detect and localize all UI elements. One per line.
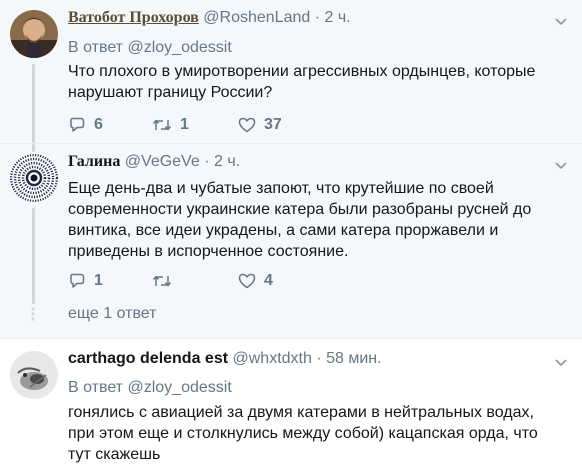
time-separator: ·: [204, 153, 210, 170]
reply-icon: [70, 117, 85, 132]
author-handle[interactable]: @whxtdxth: [233, 350, 312, 367]
tweet-text: гонялись с авиацией за двумя катерами в …: [68, 404, 538, 463]
reply-button[interactable]: 6: [68, 114, 152, 136]
reply-prefix: В ответ: [68, 39, 124, 56]
tweet-text: Что плохого в умиротворении агрессивных …: [68, 63, 536, 101]
reply-button[interactable]: 1: [68, 270, 152, 292]
like-button[interactable]: 37: [238, 114, 282, 136]
time-separator: ·: [316, 350, 322, 367]
tweet-2[interactable]: Галина @VeGeVe · 2 ч. Еще день-два и чуб…: [0, 143, 582, 338]
tweet-header: Галина @VeGeVe · 2 ч.: [68, 151, 570, 173]
caret-down-icon[interactable]: [554, 14, 568, 28]
timestamp[interactable]: 2 ч.: [325, 9, 351, 26]
author-name[interactable]: carthago delenda est: [68, 350, 228, 367]
author-handle[interactable]: @VeGeVe: [125, 153, 200, 170]
reply-to-mention[interactable]: @zloy_odessit: [127, 379, 231, 396]
thread-line: [32, 64, 35, 143]
tweet-header: carthago delenda est @whxtdxth · 58 мин.: [68, 348, 570, 370]
like-button[interactable]: 4: [238, 270, 273, 292]
author-handle[interactable]: @RoshenLand: [203, 9, 310, 26]
tweet-actions: 6 1 37: [68, 114, 282, 136]
retweet-button[interactable]: 1: [152, 114, 238, 136]
time-separator: ·: [314, 9, 321, 26]
like-icon: [238, 273, 256, 289]
thread-line: [32, 208, 35, 304]
reply-count: 1: [94, 272, 103, 289]
avatar[interactable]: [10, 10, 58, 58]
tweet-3[interactable]: carthago delenda est @whxtdxth · 58 мин.…: [0, 338, 582, 471]
retweet-icon: [152, 119, 172, 131]
caret-down-icon[interactable]: [554, 355, 568, 369]
caret-down-icon[interactable]: [554, 158, 568, 172]
tweet-actions: 1 4: [68, 270, 273, 292]
more-replies-dots-icon: [31, 307, 35, 321]
reply-context: В ответ @zloy_odessit: [68, 38, 232, 58]
like-icon: [238, 117, 256, 133]
avatar[interactable]: [10, 351, 58, 399]
like-count: 4: [264, 272, 273, 289]
tweet-1[interactable]: Ватобот Прохоров @RoshenLand · 2 ч. В от…: [0, 0, 582, 143]
tweet-text: Еще день-два и чубатые запоют, что круте…: [68, 180, 532, 260]
reply-to-mention[interactable]: @zloy_odessit: [127, 39, 231, 56]
timestamp[interactable]: 58 мин.: [326, 350, 381, 367]
reply-prefix: В ответ: [68, 379, 124, 396]
reply-icon: [70, 273, 85, 288]
reply-context: В ответ @zloy_odessit: [68, 378, 232, 398]
reply-count: 6: [94, 116, 103, 133]
retweet-button[interactable]: [152, 270, 238, 292]
author-name[interactable]: Ватобот Прохоров: [68, 9, 199, 26]
thread-line: [32, 144, 35, 152]
avatar[interactable]: [10, 154, 58, 202]
timestamp[interactable]: 2 ч.: [214, 153, 240, 170]
author-name[interactable]: Галина: [68, 153, 120, 170]
retweet-count: 1: [180, 116, 189, 133]
show-more-replies-link[interactable]: еще 1 ответ: [68, 304, 156, 324]
retweet-icon: [152, 275, 172, 287]
tweet-header: Ватобот Прохоров @RoshenLand · 2 ч.: [68, 7, 570, 29]
like-count: 37: [264, 116, 282, 133]
